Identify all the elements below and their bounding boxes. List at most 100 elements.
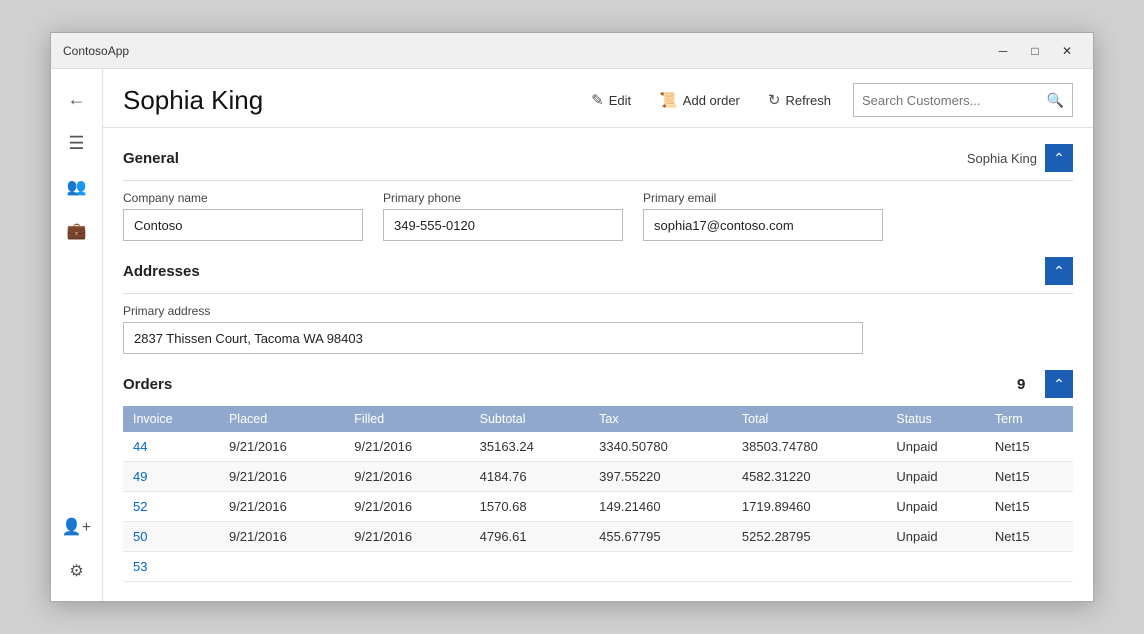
orders-table: Invoice Placed Filled Subtotal Tax Total… bbox=[123, 406, 1073, 582]
general-section-header: General Sophia King ⌃ bbox=[123, 144, 1073, 172]
col-invoice: Invoice bbox=[123, 406, 219, 432]
orders-collapse-button[interactable]: ⌃ bbox=[1045, 370, 1073, 398]
orders-count: 9 bbox=[1017, 376, 1037, 393]
add-user-button[interactable]: 👤+ bbox=[55, 505, 99, 549]
primary-phone-input[interactable] bbox=[383, 209, 623, 241]
minimize-button[interactable]: ─ bbox=[989, 40, 1017, 62]
primary-email-input[interactable] bbox=[643, 209, 883, 241]
cell-tax bbox=[589, 552, 732, 582]
contacts-icon: 👥 bbox=[67, 177, 87, 197]
contacts-button[interactable]: 👥 bbox=[55, 165, 99, 209]
cell-term: Net15 bbox=[985, 522, 1073, 552]
primary-email-field: Primary email bbox=[643, 191, 883, 241]
table-row: 53 bbox=[123, 552, 1073, 582]
invoice-link[interactable]: 49 bbox=[133, 469, 147, 484]
primary-phone-label: Primary phone bbox=[383, 191, 623, 205]
cell-term: Net15 bbox=[985, 432, 1073, 462]
general-collapse-button[interactable]: ⌃ bbox=[1045, 144, 1073, 172]
general-breadcrumb: Sophia King bbox=[967, 151, 1037, 166]
cell-tax: 3340.50780 bbox=[589, 432, 732, 462]
close-button[interactable]: ✕ bbox=[1053, 40, 1081, 62]
maximize-button[interactable]: □ bbox=[1021, 40, 1049, 62]
invoice-link[interactable]: 50 bbox=[133, 529, 147, 544]
edit-label: Edit bbox=[609, 93, 631, 108]
app-title: ContosoApp bbox=[63, 44, 989, 58]
refresh-button[interactable]: ↻ Refresh bbox=[762, 87, 837, 113]
search-input[interactable] bbox=[862, 93, 1041, 108]
primary-email-label: Primary email bbox=[643, 191, 883, 205]
title-bar: ContosoApp ─ □ ✕ bbox=[51, 33, 1093, 69]
cell-subtotal: 35163.24 bbox=[470, 432, 590, 462]
cell-placed bbox=[219, 552, 344, 582]
main-content: Sophia King ✎ Edit 📜 Add order ↻ Refresh bbox=[103, 69, 1093, 601]
primary-address-input[interactable] bbox=[123, 322, 863, 354]
addresses-section-right: ⌃ bbox=[1045, 257, 1073, 285]
addresses-collapse-button[interactable]: ⌃ bbox=[1045, 257, 1073, 285]
cell-placed: 9/21/2016 bbox=[219, 432, 344, 462]
menu-button[interactable]: ☰ bbox=[55, 121, 99, 165]
orders-table-header-row: Invoice Placed Filled Subtotal Tax Total… bbox=[123, 406, 1073, 432]
content-body: General Sophia King ⌃ Company name bbox=[103, 128, 1093, 601]
cell-status: Unpaid bbox=[886, 432, 985, 462]
add-user-icon: 👤+ bbox=[62, 517, 91, 537]
app-body: ← ☰ 👥 💼 👤+ ⚙ Sophia King bbox=[51, 69, 1093, 601]
col-subtotal: Subtotal bbox=[470, 406, 590, 432]
invoice-link[interactable]: 53 bbox=[133, 559, 147, 574]
cell-subtotal: 4184.76 bbox=[470, 462, 590, 492]
primary-address-label: Primary address bbox=[123, 304, 863, 318]
addresses-chevron-up-icon: ⌃ bbox=[1053, 263, 1065, 280]
general-divider bbox=[123, 180, 1073, 181]
cell-total bbox=[732, 552, 886, 582]
cell-invoice: 49 bbox=[123, 462, 219, 492]
cell-placed: 9/21/2016 bbox=[219, 492, 344, 522]
add-order-button[interactable]: 📜 Add order bbox=[653, 87, 746, 113]
cell-filled: 9/21/2016 bbox=[344, 432, 469, 462]
cell-total: 1719.89460 bbox=[732, 492, 886, 522]
addresses-section-header: Addresses ⌃ bbox=[123, 257, 1073, 285]
cell-subtotal bbox=[470, 552, 590, 582]
cell-term: Net15 bbox=[985, 492, 1073, 522]
cell-status bbox=[886, 552, 985, 582]
primary-address-field: Primary address bbox=[123, 304, 863, 354]
orders-chevron-up-icon: ⌃ bbox=[1053, 376, 1065, 393]
cell-invoice: 52 bbox=[123, 492, 219, 522]
search-box: 🔍 bbox=[853, 83, 1073, 117]
back-button[interactable]: ← bbox=[55, 77, 99, 121]
menu-icon: ☰ bbox=[68, 133, 84, 154]
table-row: 50 9/21/2016 9/21/2016 4796.61 455.67795… bbox=[123, 522, 1073, 552]
invoice-link[interactable]: 44 bbox=[133, 439, 147, 454]
edit-icon: ✎ bbox=[591, 91, 604, 109]
col-tax: Tax bbox=[589, 406, 732, 432]
col-placed: Placed bbox=[219, 406, 344, 432]
cell-invoice: 53 bbox=[123, 552, 219, 582]
company-name-field: Company name bbox=[123, 191, 363, 241]
back-icon: ← bbox=[68, 89, 86, 110]
addresses-fields-row: Primary address bbox=[123, 304, 1073, 354]
primary-phone-field: Primary phone bbox=[383, 191, 623, 241]
orders-table-body: 44 9/21/2016 9/21/2016 35163.24 3340.507… bbox=[123, 432, 1073, 582]
addresses-divider bbox=[123, 293, 1073, 294]
cell-tax: 455.67795 bbox=[589, 522, 732, 552]
invoice-link[interactable]: 52 bbox=[133, 499, 147, 514]
cell-invoice: 50 bbox=[123, 522, 219, 552]
settings-button[interactable]: ⚙ bbox=[55, 549, 99, 593]
app-window: ContosoApp ─ □ ✕ ← ☰ 👥 💼 👤+ bbox=[50, 32, 1094, 602]
edit-button[interactable]: ✎ Edit bbox=[585, 87, 637, 113]
page-title: Sophia King bbox=[123, 85, 573, 116]
cell-total: 5252.28795 bbox=[732, 522, 886, 552]
col-total: Total bbox=[732, 406, 886, 432]
company-name-label: Company name bbox=[123, 191, 363, 205]
cell-filled bbox=[344, 552, 469, 582]
col-filled: Filled bbox=[344, 406, 469, 432]
cell-invoice: 44 bbox=[123, 432, 219, 462]
cell-filled: 9/21/2016 bbox=[344, 522, 469, 552]
cell-term: Net15 bbox=[985, 462, 1073, 492]
briefcase-icon: 💼 bbox=[67, 221, 87, 241]
table-row: 44 9/21/2016 9/21/2016 35163.24 3340.507… bbox=[123, 432, 1073, 462]
add-order-icon: 📜 bbox=[659, 91, 678, 109]
table-row: 52 9/21/2016 9/21/2016 1570.68 149.21460… bbox=[123, 492, 1073, 522]
briefcase-button[interactable]: 💼 bbox=[55, 209, 99, 253]
company-name-input[interactable] bbox=[123, 209, 363, 241]
cell-filled: 9/21/2016 bbox=[344, 492, 469, 522]
cell-placed: 9/21/2016 bbox=[219, 462, 344, 492]
